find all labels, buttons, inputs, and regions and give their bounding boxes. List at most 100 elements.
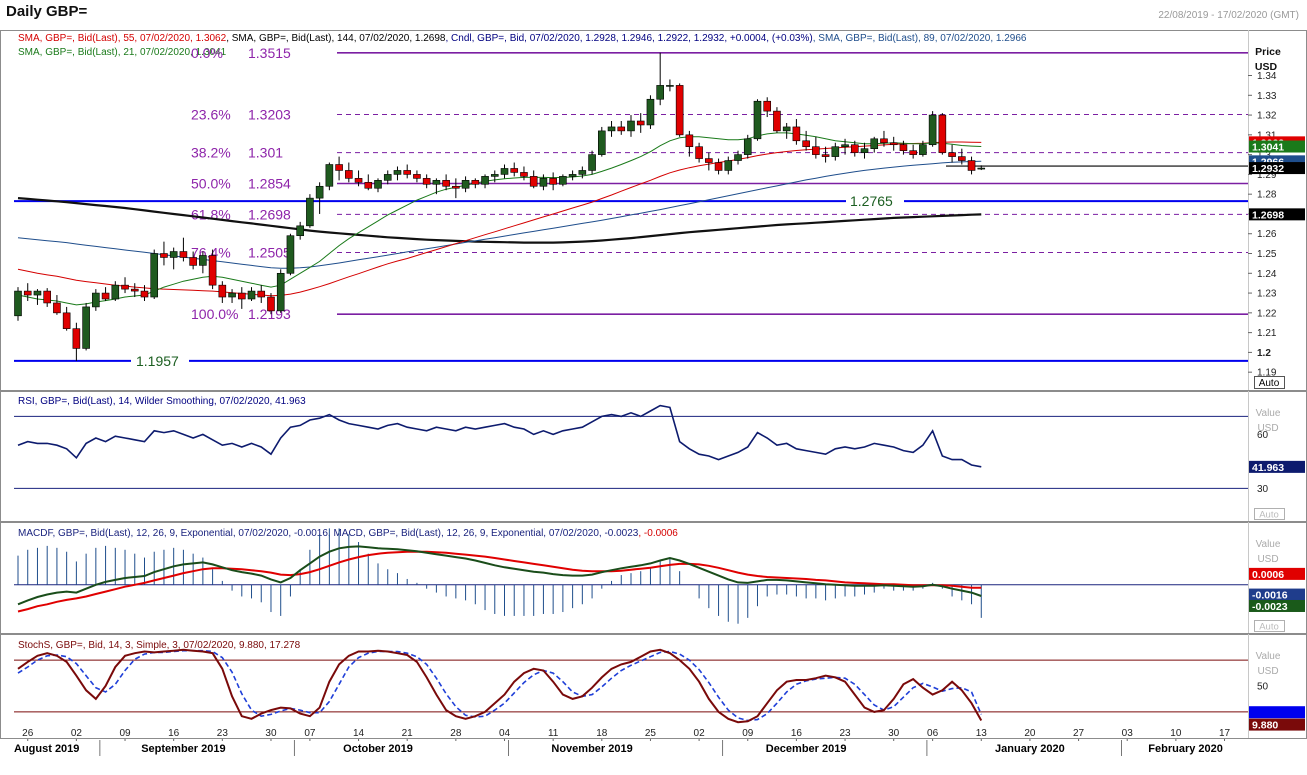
- candle-up: [753, 100, 762, 140]
- x-tick-label: 11: [548, 728, 559, 739]
- x-tick-label: 26: [22, 728, 34, 739]
- price-tick-label: 1.23: [1257, 289, 1277, 300]
- macd-axis-unit: USD: [1257, 554, 1278, 565]
- x-tick-label: 14: [353, 728, 365, 739]
- candle-up: [666, 85, 674, 87]
- candle-up: [199, 255, 207, 266]
- candle-down: [695, 146, 703, 159]
- candle-down: [160, 253, 168, 258]
- candle-up: [14, 290, 22, 317]
- x-tick-label: 06: [927, 728, 939, 739]
- panel-frame-rsi: [0, 391, 1307, 522]
- candle-down: [208, 255, 217, 286]
- chart-canvas[interactable]: SMA, GBP=, Bid(Last), 55, 07/02/2020, 1.…: [0, 0, 1307, 775]
- candle-up: [111, 284, 120, 300]
- candle-down: [130, 288, 139, 292]
- candle-up: [383, 174, 392, 181]
- support-label-1: 1.1957: [136, 353, 179, 369]
- x-tick-label: 23: [839, 728, 851, 739]
- candle-up: [743, 138, 752, 155]
- candle-down: [510, 168, 519, 173]
- price-tag-1: 1.3041: [1252, 142, 1284, 154]
- fib-value-1: 1.3203: [248, 106, 291, 122]
- rsi-tick-label: 30: [1257, 484, 1269, 495]
- candle-up: [374, 180, 382, 189]
- x-tick-label: 04: [499, 728, 511, 739]
- x-tick-label: 30: [265, 728, 277, 739]
- macd-legend-item: , -0.0006: [638, 528, 678, 539]
- candle-up: [831, 146, 840, 157]
- macd-axis-title: Value: [1256, 539, 1281, 550]
- candle-down: [43, 290, 51, 304]
- candle-up: [325, 164, 334, 187]
- candle-down: [422, 178, 431, 185]
- candle-down: [53, 302, 61, 314]
- candle-down: [101, 292, 110, 300]
- stoch-axis-title: Value: [1256, 651, 1281, 662]
- candle-up: [228, 292, 236, 298]
- fib-value-3: 1.2854: [248, 175, 291, 191]
- candle-up: [597, 130, 606, 155]
- candle-up: [734, 154, 742, 161]
- candle-down: [763, 100, 772, 112]
- candle-up: [539, 178, 548, 187]
- candle-down: [958, 156, 966, 161]
- stoch-tag-1: 9.880: [1252, 720, 1278, 732]
- price-legend-item: , SMA, GBP=, Bid(Last), 144, 07/02/2020,…: [226, 33, 446, 44]
- stoch-tag-0: 17.278: [1252, 707, 1284, 719]
- x-tick-label: 21: [402, 728, 414, 739]
- candle-down: [899, 144, 908, 151]
- candle-down: [140, 290, 149, 298]
- price-tick-label: 1.22: [1257, 308, 1277, 319]
- rsi-tag: 41.963: [1252, 462, 1284, 474]
- candle-up: [247, 290, 256, 300]
- x-tick-label: 17: [1219, 728, 1231, 739]
- candle-up: [607, 126, 616, 132]
- candle-down: [237, 292, 246, 300]
- candle-up: [169, 251, 178, 258]
- candle-up: [306, 197, 314, 227]
- rsi-legend: RSI, GBP=, Bid(Last), 14, Wilder Smoothi…: [18, 396, 306, 407]
- rsi-auto-label: Auto: [1259, 510, 1279, 521]
- candle-down: [529, 176, 538, 187]
- fib-pct-6: 100.0%: [191, 306, 238, 322]
- x-tick-label: 07: [304, 728, 316, 739]
- x-tick-label: 23: [217, 728, 229, 739]
- price-tick-label: 1.32: [1257, 111, 1277, 122]
- fib-value-5: 1.2505: [248, 245, 291, 261]
- candle-down: [23, 290, 32, 296]
- stoch-tick-label: 50: [1257, 682, 1269, 693]
- fib-value-0: 1.3515: [248, 45, 291, 61]
- candle-down: [442, 180, 450, 187]
- candle-up: [286, 235, 295, 274]
- fib-value-4: 1.2698: [248, 206, 291, 222]
- fib-pct-2: 38.2%: [191, 145, 231, 161]
- x-tick-label: 27: [1073, 728, 1085, 739]
- price-tag-3: 1.2932: [1252, 163, 1284, 175]
- candle-down: [636, 120, 645, 126]
- price-tick-label: 1.2: [1257, 348, 1271, 359]
- candle-up: [481, 176, 489, 185]
- candle-down: [267, 296, 275, 312]
- x-month-label: August 2019: [14, 743, 79, 755]
- x-month-label: October 2019: [343, 743, 413, 755]
- candle-down: [335, 164, 343, 171]
- stoch-legend: StochS, GBP=, Bid, 14, 3, Simple, 3, 07/…: [18, 640, 301, 651]
- stoch-axis-unit: USD: [1257, 666, 1278, 677]
- candle-down: [675, 85, 684, 136]
- candle-down: [189, 257, 197, 266]
- x-tick-label: 20: [1024, 728, 1036, 739]
- candle-down: [889, 142, 898, 146]
- macd-legend: MACDF, GBP=, Bid(Last), 12, 26, 9, Expon…: [18, 528, 678, 539]
- x-tick-label: 13: [976, 728, 988, 739]
- fib-pct-3: 50.0%: [191, 175, 231, 191]
- x-tick-label: 09: [119, 728, 131, 739]
- price-tick-label: 1.26: [1257, 229, 1277, 240]
- x-tick-label: 02: [694, 728, 706, 739]
- price-legend-item: SMA, GBP=, Bid(Last), 55, 07/02/2020, 1.…: [18, 33, 227, 44]
- candle-up: [928, 114, 937, 146]
- candle-up: [977, 167, 986, 170]
- candle-up: [315, 185, 324, 199]
- fib-pct-0: 0.0%: [191, 45, 223, 61]
- price-tag-4: 1.2698: [1252, 209, 1284, 221]
